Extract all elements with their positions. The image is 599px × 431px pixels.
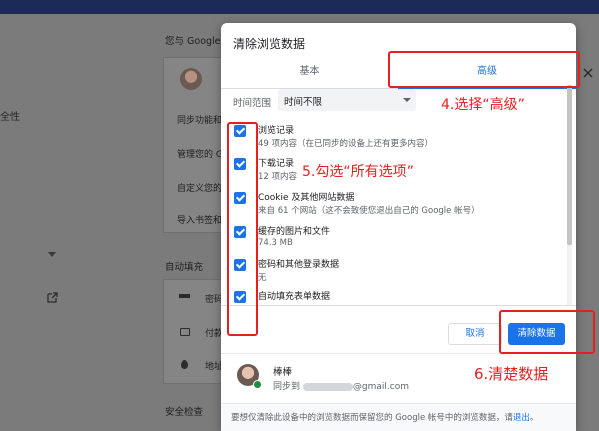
annotation-step-5: 5.勾选“所有选项” [302,164,414,180]
annotation-box-checkboxes [227,122,258,336]
item-subtitle: 74.3 MB [258,238,293,248]
dialog-footer: 要想仅清除此设备中的浏览数据而保留您的 Google 帐号中的浏览数据，请退出。 [221,403,576,431]
time-range-select[interactable]: 时间不限 [278,89,416,111]
credit-card-icon [180,328,190,336]
card-row[interactable]: 自定义您的 [177,181,222,194]
item-title: Cookie 及其他网站数据 [258,193,355,203]
divider [221,305,576,306]
key-icon [179,294,190,298]
item-title: 自动填充表单数据 [258,292,331,302]
item-subtitle: 12 项内容 [258,172,298,182]
close-icon[interactable] [583,68,593,78]
background-right-strip [577,40,599,420]
item-subtitle: 无 [258,273,267,283]
left-nav-label: 全性 [0,112,20,123]
autofill-heading: 自动填充 [165,262,204,273]
item-subtitle: 来自 61 个网站（这不会致使您退出自己的 Google 帐号） [258,206,480,216]
you-and-google-heading: 您与 Google [165,36,221,47]
footer-text: 要想仅清除此设备中的浏览数据而保留您的 Google 帐号中的浏览数据，请 [231,413,513,423]
browser-top-bar [0,0,599,14]
item-title: 密码和其他登录数据 [258,260,340,270]
list-item[interactable]: 自动填充表单数据 [221,287,566,303]
footer-note: 要想仅清除此设备中的浏览数据而保留您的 Google 帐号中的浏览数据，请退出。 [231,411,538,423]
time-range-value: 时间不限 [284,97,323,108]
annotation-step-6: 6.清楚数据 [474,365,549,383]
scrollbar-thumb[interactable] [567,85,572,245]
annotation-box-advanced-tab [388,51,580,88]
item-title: 浏览记录 [258,126,295,136]
cancel-button[interactable]: 取消 [448,323,502,345]
list-item[interactable]: 浏览记录 49 项内容（在已同步的设备上还有更多内容） [221,121,566,155]
account-name: 棒棒 [273,367,293,378]
time-range-label: 时间范围 [233,98,272,109]
blurred-email-redaction [302,382,353,391]
sign-out-link[interactable]: 退出 [513,413,530,423]
item-title: 下载记录 [258,159,295,169]
account-sync-line: 同步到 @gmail.com [273,379,409,392]
list-item[interactable]: 缓存的图片和文件 74.3 MB [221,222,566,256]
list-item[interactable]: Cookie 及其他网站数据 来自 61 个网站（这不会致使您退出自己的 Goo… [221,188,566,222]
email-suffix: @gmail.com [352,382,409,392]
avatar [180,68,202,90]
tab-basic[interactable]: 基本 [221,59,398,89]
safety-check-heading: 安全检查 [165,407,204,418]
chevron-down-icon[interactable] [48,252,56,257]
sync-prefix: 同步到 [273,382,301,392]
annotation-step-4: 4.选择“高级” [441,97,525,113]
item-title: 缓存的图片和文件 [258,227,331,237]
dialog-title: 清除浏览数据 [233,37,306,51]
location-pin-icon [181,360,188,369]
footer-end: 。 [529,413,539,423]
card-row[interactable]: 管理您的 G [177,147,223,160]
card-row[interactable]: 同步功能和 [177,113,222,126]
list-item[interactable]: 密码和其他登录数据 无 [221,255,566,289]
external-link-icon[interactable] [47,292,58,303]
sync-badge-icon [253,380,262,389]
item-subtitle: 49 项内容（在已同步的设备上还有更多内容） [258,139,434,149]
card-row[interactable]: 导入书签和 [177,213,222,226]
data-type-list: 浏览记录 49 项内容（在已同步的设备上还有更多内容） 下载记录 12 项内容 … [221,119,566,303]
dropdown-arrow-icon [403,98,411,102]
annotation-box-clear-button [499,310,595,354]
